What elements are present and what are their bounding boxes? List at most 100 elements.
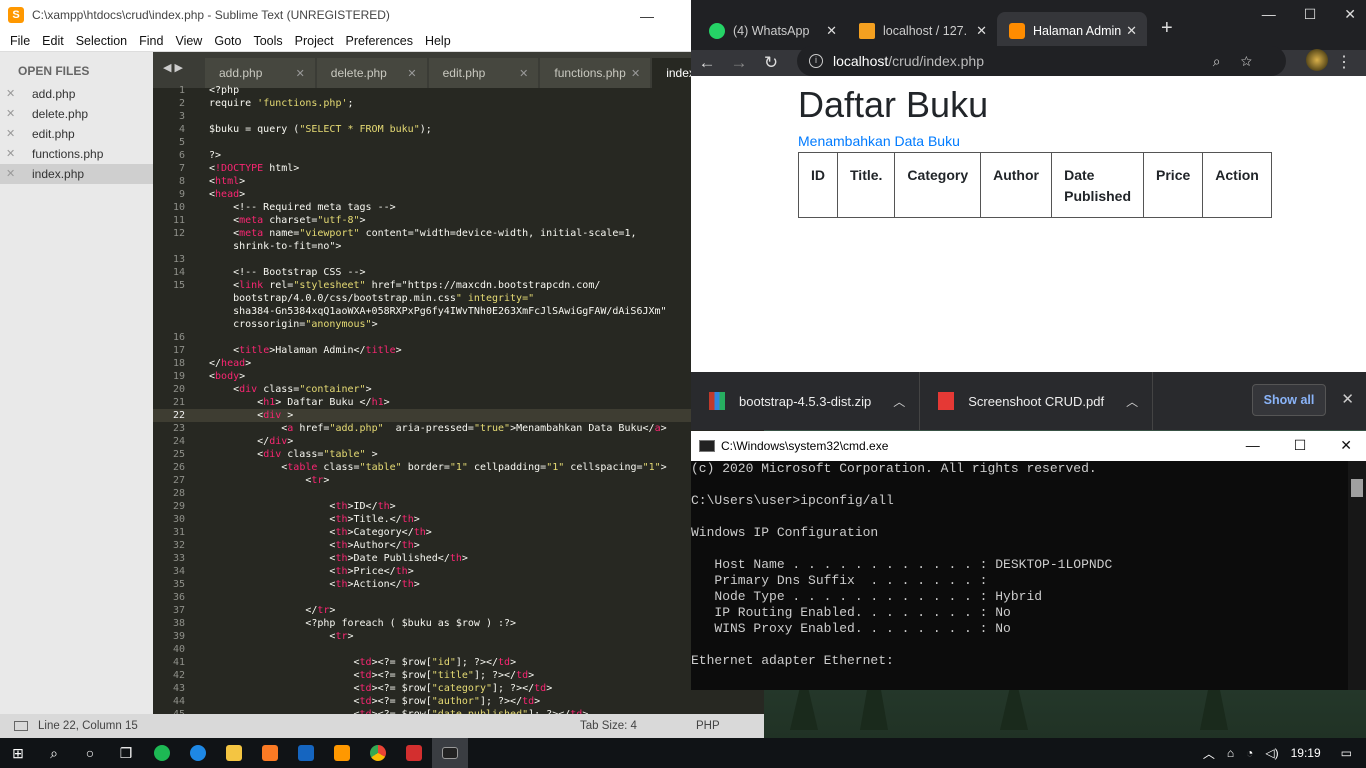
code-line[interactable]: 41 <td><?= $row["id"]; ?></td> bbox=[153, 656, 764, 669]
code-area[interactable]: 1 <?php 2 require 'functions.php'; 3 4 $buku =… bbox=[153, 84, 764, 714]
code-text[interactable]: <th>ID</th> bbox=[209, 500, 395, 513]
photos-icon[interactable] bbox=[288, 738, 324, 768]
menu-find[interactable]: Find bbox=[133, 34, 169, 48]
cortana-icon[interactable]: ○ bbox=[72, 738, 108, 768]
code-line[interactable]: shrink-to-fit=no"> bbox=[153, 240, 764, 253]
code-text[interactable]: </head> bbox=[209, 357, 251, 370]
chevron-up-icon[interactable]: ︿ bbox=[1126, 393, 1138, 410]
code-text[interactable]: <?php bbox=[209, 84, 239, 97]
sidebar-file[interactable]: ✕ add.php bbox=[0, 84, 153, 104]
code-line[interactable]: 1 <?php bbox=[153, 84, 764, 97]
zoom-icon[interactable]: ⌕ bbox=[1213, 53, 1241, 69]
close-icon[interactable]: ✕ bbox=[976, 23, 987, 39]
code-text[interactable]: <div > bbox=[209, 409, 293, 422]
cmd-taskbar-icon[interactable] bbox=[432, 738, 468, 768]
sublime-text-icon[interactable] bbox=[324, 738, 360, 768]
browser-tab[interactable]: localhost / 127. ✕ bbox=[847, 12, 997, 50]
windows-start-icon[interactable]: ⊞ bbox=[0, 738, 36, 768]
edge-icon[interactable] bbox=[180, 738, 216, 768]
code-line[interactable]: 13 bbox=[153, 253, 764, 266]
code-text[interactable]: <title>Halaman Admin</title> bbox=[209, 344, 402, 357]
close-icon[interactable]: ✕ bbox=[631, 67, 640, 80]
code-text[interactable]: <tr> bbox=[209, 474, 329, 487]
code-text[interactable]: <tr> bbox=[209, 630, 353, 643]
code-line[interactable]: 5 bbox=[153, 136, 764, 149]
code-line[interactable]: 18 </head> bbox=[153, 357, 764, 370]
code-line[interactable]: 14 <!-- Bootstrap CSS --> bbox=[153, 266, 764, 279]
chevron-up-icon[interactable]: ︿ bbox=[1197, 745, 1221, 762]
code-line[interactable]: sha384-Gn5384xqQ1aoWXA+058RXPxPg6fy4IWvT… bbox=[153, 305, 764, 318]
menu-help[interactable]: Help bbox=[419, 34, 457, 48]
code-line[interactable]: 6 ?> bbox=[153, 149, 764, 162]
code-text[interactable]: bootstrap/4.0.0/css/bootstrap.min.css" i… bbox=[209, 292, 534, 305]
chevron-up-icon[interactable]: ︿ bbox=[893, 393, 905, 410]
code-line[interactable]: 9 <head> bbox=[153, 188, 764, 201]
code-line[interactable]: 37 </tr> bbox=[153, 604, 764, 617]
search-icon[interactable]: ⌕ bbox=[36, 738, 72, 768]
status-tab-size[interactable]: Tab Size: 4 bbox=[580, 720, 637, 732]
menu-selection[interactable]: Selection bbox=[70, 34, 133, 48]
code-text[interactable]: shrink-to-fit=no"> bbox=[209, 240, 341, 253]
profile-avatar[interactable] bbox=[1306, 49, 1328, 71]
code-line[interactable]: 2 require 'functions.php'; bbox=[153, 97, 764, 110]
close-icon[interactable]: ✕ bbox=[6, 107, 15, 120]
tab-scroll-arrows-icon[interactable]: ◀ ▶ bbox=[163, 61, 183, 74]
code-text[interactable]: require 'functions.php'; bbox=[209, 97, 354, 110]
code-text[interactable]: <meta charset="utf-8"> bbox=[209, 214, 366, 227]
sidebar-file[interactable]: ✕ functions.php bbox=[0, 144, 153, 164]
sidebar-file[interactable]: ✕ edit.php bbox=[0, 124, 153, 144]
code-text[interactable]: <th>Action</th> bbox=[209, 578, 419, 591]
code-line[interactable]: 24 </div> bbox=[153, 435, 764, 448]
code-text[interactable]: </div> bbox=[209, 435, 293, 448]
code-line[interactable]: 12 <meta name="viewport" content="width=… bbox=[153, 227, 764, 240]
code-line[interactable]: 15 <link rel="stylesheet" href="https://… bbox=[153, 279, 764, 292]
clock[interactable]: 19:19 bbox=[1285, 746, 1327, 760]
code-text[interactable]: <td><?= $row["category"]; ?></td> bbox=[209, 682, 552, 695]
code-text[interactable]: <h1> Daftar Buku </h1> bbox=[209, 396, 389, 409]
acrobat-icon[interactable] bbox=[396, 738, 432, 768]
code-line[interactable]: 17 <title>Halaman Admin</title> bbox=[153, 344, 764, 357]
code-text[interactable]: $buku = query ("SELECT * FROM buku"); bbox=[209, 123, 432, 136]
forward-icon[interactable]: → bbox=[723, 53, 755, 73]
code-text[interactable]: <meta name="viewport" content="width=dev… bbox=[209, 227, 636, 240]
bookmark-star-icon[interactable]: ☆ bbox=[1241, 53, 1272, 69]
maximize-icon[interactable]: ☐ bbox=[1304, 6, 1317, 23]
file-explorer-icon[interactable] bbox=[216, 738, 252, 768]
close-icon[interactable]: ✕ bbox=[1126, 23, 1137, 39]
sidebar-file[interactable]: ✕ delete.php bbox=[0, 104, 153, 124]
code-text[interactable]: <th>Category</th> bbox=[209, 526, 431, 539]
code-line[interactable]: 4 $buku = query ("SELECT * FROM buku"); bbox=[153, 123, 764, 136]
code-line[interactable]: 28 bbox=[153, 487, 764, 500]
code-line[interactable]: 34 <th>Price</th> bbox=[153, 565, 764, 578]
code-text[interactable]: <td><?= $row["author"]; ?></td> bbox=[209, 695, 540, 708]
code-line[interactable]: 33 <th>Date Published</th> bbox=[153, 552, 764, 565]
code-text[interactable]: <head> bbox=[209, 188, 245, 201]
code-line[interactable]: 25 <div class="table" > bbox=[153, 448, 764, 461]
close-icon[interactable]: ✕ bbox=[6, 147, 15, 160]
code-text[interactable]: <a href="add.php" aria-pressed="true">Me… bbox=[209, 422, 666, 435]
code-line[interactable]: 10 <!-- Required meta tags --> bbox=[153, 201, 764, 214]
code-text[interactable]: <th>Title.</th> bbox=[209, 513, 419, 526]
code-line[interactable]: 20 <div class="container"> bbox=[153, 383, 764, 396]
close-icon[interactable]: ✕ bbox=[1341, 390, 1354, 408]
network-icon[interactable]: ⌂ bbox=[1221, 746, 1240, 760]
code-text[interactable]: <?php foreach ( $buku as $row ) :?> bbox=[209, 617, 516, 630]
status-syntax[interactable]: PHP bbox=[696, 720, 720, 732]
code-line[interactable]: 22 <div > bbox=[153, 409, 764, 422]
code-text[interactable]: sha384-Gn5384xqQ1aoWXA+058RXPxPg6fy4IWvT… bbox=[209, 305, 666, 318]
code-line[interactable]: 27 <tr> bbox=[153, 474, 764, 487]
code-line[interactable]: 16 bbox=[153, 331, 764, 344]
notification-icon[interactable]: ▭ bbox=[1327, 746, 1366, 760]
code-text[interactable]: <body> bbox=[209, 370, 245, 383]
code-line[interactable]: 29 <th>ID</th> bbox=[153, 500, 764, 513]
code-line[interactable]: 44 <td><?= $row["author"]; ?></td> bbox=[153, 695, 764, 708]
new-tab-icon[interactable]: + bbox=[1161, 17, 1173, 40]
add-data-link[interactable]: Menambahkan Data Buku bbox=[798, 133, 960, 149]
code-line[interactable]: bootstrap/4.0.0/css/bootstrap.min.css" i… bbox=[153, 292, 764, 305]
code-line[interactable]: 3 bbox=[153, 110, 764, 123]
console-toggle-icon[interactable] bbox=[14, 721, 28, 731]
address-bar[interactable]: i localhost/crud/index.php ⌕☆ bbox=[797, 46, 1286, 76]
back-icon[interactable]: ← bbox=[691, 53, 723, 73]
code-text[interactable]: <th>Author</th> bbox=[209, 539, 419, 552]
close-icon[interactable]: ✕ bbox=[1344, 6, 1356, 23]
